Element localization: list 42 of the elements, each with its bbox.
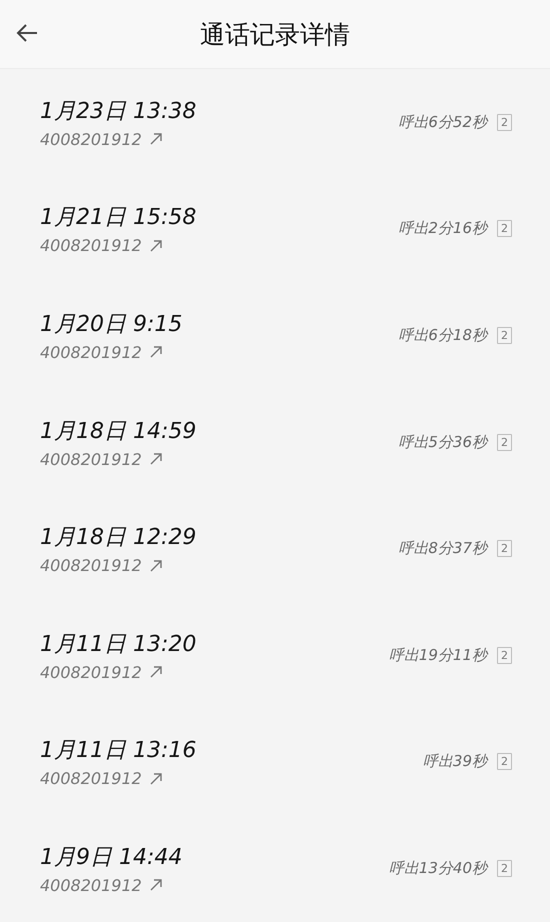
phone-number: 4008201912	[40, 236, 142, 256]
phone-number: 4008201912	[40, 769, 142, 788]
outgoing-arrow-icon	[150, 453, 162, 466]
back-arrow-icon	[15, 23, 39, 43]
page-title: 通话记录详情	[200, 18, 350, 50]
sim-badge: 2	[497, 753, 512, 770]
call-datetime: 1月9日 14:44	[40, 844, 184, 872]
call-summary: 呼出2分16秒	[398, 219, 487, 238]
phone-number: 4008201912	[40, 556, 142, 576]
phone-number: 4008201912	[40, 450, 142, 469]
call-datetime: 1月11日 13:20	[40, 630, 198, 659]
outgoing-arrow-icon	[150, 346, 162, 358]
sim-badge: 2	[497, 220, 512, 238]
sim-badge: 2	[497, 860, 512, 877]
call-summary: 呼出6分52秒	[398, 112, 487, 132]
sim-badge: 2	[497, 540, 512, 558]
outgoing-arrow-icon	[150, 879, 162, 892]
call-datetime: 1月18日 12:29	[40, 524, 198, 552]
call-summary: 呼出19分11秒	[388, 646, 487, 665]
call-summary: 呼出6分18秒	[398, 326, 487, 345]
outgoing-arrow-icon	[150, 666, 162, 678]
call-summary: 呼出5分36秒	[398, 432, 487, 452]
call-datetime: 1月18日 14:59	[40, 418, 198, 446]
sim-badge: 2	[497, 114, 512, 131]
sim-badge: 2	[497, 646, 512, 664]
sim-badge: 2	[497, 326, 512, 344]
call-summary: 呼出13分40秒	[388, 858, 487, 878]
sim-badge: 2	[497, 434, 512, 451]
phone-number: 4008201912	[40, 662, 142, 682]
phone-number: 4008201912	[40, 342, 142, 362]
call-summary: 呼出39秒	[422, 752, 487, 772]
call-summary: 呼出8分37秒	[398, 539, 487, 558]
outgoing-arrow-icon	[150, 772, 162, 785]
phone-number: 4008201912	[40, 130, 142, 149]
phone-number: 4008201912	[40, 876, 142, 895]
outgoing-arrow-icon	[150, 133, 162, 146]
call-datetime: 1月20日 9:15	[40, 310, 184, 339]
call-datetime: 1月23日 13:38	[40, 98, 198, 126]
outgoing-arrow-icon	[150, 560, 162, 572]
call-datetime: 1月21日 15:58	[40, 204, 198, 232]
call-datetime: 1月11日 13:16	[40, 737, 198, 766]
outgoing-arrow-icon	[150, 240, 162, 252]
